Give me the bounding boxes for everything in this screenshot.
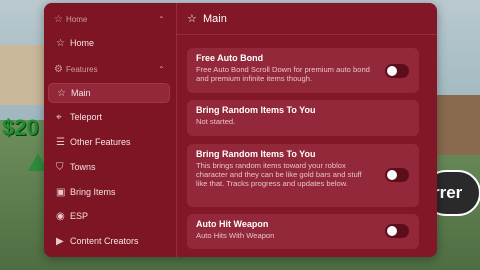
sidebar-item-label: Other Features xyxy=(70,137,131,147)
money-counter: $20 xyxy=(2,115,39,140)
sidebar-item-label: Teleport xyxy=(70,112,103,122)
star-icon: ☆ xyxy=(56,37,65,49)
sidebar-section-home[interactable]: ☆ Home ⌃ xyxy=(54,12,165,26)
play-icon: ▶ xyxy=(56,235,64,247)
sidebar-item-towns[interactable]: ⛉ Towns xyxy=(48,157,170,177)
toggle-card-free-auto-bond[interactable]: Free Auto Bond Free Auto Bond Scroll Dow… xyxy=(187,48,419,93)
chevron-up-icon[interactable]: ⌃ xyxy=(158,65,165,74)
shield-icon: ⛉ xyxy=(56,161,64,173)
main-panel: ☆ Main Free Auto Bond Free Auto Bond Scr… xyxy=(177,3,437,257)
status-card-bring-random-items: Bring Random Items To You Not started. xyxy=(187,100,419,136)
sidebar-item-esp[interactable]: ◉ ESP xyxy=(48,206,170,226)
star-icon: ☆ xyxy=(57,87,66,99)
star-icon: ☆ xyxy=(187,13,197,25)
toggle-knob xyxy=(387,170,397,180)
page-title-text: Main xyxy=(203,12,227,25)
toggle-card-bring-random-items[interactable]: Bring Random Items To You This brings ra… xyxy=(187,144,419,207)
star-icon: ☆ xyxy=(54,13,63,25)
sidebar-item-label: ESP xyxy=(70,211,89,221)
sidebar-item-bring-items[interactable]: ▣ Bring Items xyxy=(48,182,170,202)
card-title: Bring Random Items To You xyxy=(196,149,316,159)
sidebar-item-main[interactable]: ☆ Main xyxy=(48,83,170,103)
title-divider xyxy=(177,34,437,35)
chevron-up-icon[interactable]: ⌃ xyxy=(158,15,165,24)
sidebar-item-other-features[interactable]: ☰ Other Features xyxy=(48,132,170,152)
card-description: Auto Hits With Weapon xyxy=(196,231,275,240)
auto-hit-weapon-toggle[interactable] xyxy=(385,224,409,238)
list-icon: ☰ xyxy=(56,136,65,148)
toggle-knob xyxy=(387,226,397,236)
card-description: This brings random items toward your rob… xyxy=(196,161,362,188)
card-title: Auto Hit Weapon xyxy=(196,219,269,229)
card-title: Bring Random Items To You xyxy=(196,105,316,115)
toggle-card-auto-hit-weapon[interactable]: Auto Hit Weapon Auto Hits With Weapon xyxy=(187,214,419,249)
bring-random-items-toggle[interactable] xyxy=(385,168,409,182)
section-label: Home xyxy=(66,14,88,24)
background-building xyxy=(0,45,48,105)
eye-icon: ◉ xyxy=(56,210,65,222)
gear-icon: ⚙ xyxy=(54,63,63,75)
script-hub-window: ☆ Home ⌃ ☆ Home ⚙ Features ⌃ ☆ Main ⌖ Te… xyxy=(44,3,437,257)
sidebar-item-label: Main xyxy=(71,88,91,98)
location-pin-icon: ⌖ xyxy=(56,111,62,123)
gift-icon: ▣ xyxy=(56,186,66,198)
sidebar-item-content-creators[interactable]: ▶ Content Creators xyxy=(48,231,170,251)
card-description: Not started. xyxy=(196,117,236,126)
sidebar-item-label: Towns xyxy=(70,162,96,172)
card-description: Free Auto Bond Scroll Down for premium a… xyxy=(196,65,370,83)
free-auto-bond-toggle[interactable] xyxy=(385,64,409,78)
toggle-knob xyxy=(387,66,397,76)
sidebar-item-teleport[interactable]: ⌖ Teleport xyxy=(48,107,170,127)
card-title: Free Auto Bond xyxy=(196,53,264,63)
page-title: ☆ Main xyxy=(187,12,227,26)
sidebar-item-home[interactable]: ☆ Home xyxy=(48,33,170,53)
background-building xyxy=(430,95,480,155)
section-label: Features xyxy=(66,64,98,74)
sidebar: ☆ Home ⌃ ☆ Home ⚙ Features ⌃ ☆ Main ⌖ Te… xyxy=(44,3,176,257)
sidebar-item-label: Home xyxy=(70,38,95,48)
sidebar-item-label: Content Creators xyxy=(70,236,139,246)
sidebar-item-label: Bring Items xyxy=(70,187,116,197)
sidebar-section-features[interactable]: ⚙ Features ⌃ xyxy=(54,62,165,76)
